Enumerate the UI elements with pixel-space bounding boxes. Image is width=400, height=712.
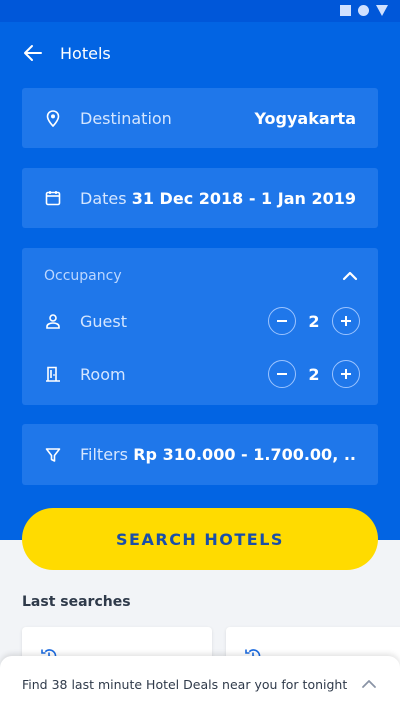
occupancy-panel: Occupancy Guest 2 Room 2 (22, 248, 378, 405)
dates-value: 31 Dec 2018 - 1 Jan 2019 (131, 188, 356, 208)
deals-banner-text: Find 38 last minute Hotel Deals near you… (22, 677, 348, 692)
app-header: Hotels (20, 40, 111, 66)
guest-minus-button[interactable] (268, 307, 296, 335)
page-title: Hotels (60, 43, 111, 63)
room-plus-button[interactable] (332, 360, 360, 388)
destination-label: Destination (80, 108, 172, 128)
location-pin-icon (44, 109, 62, 127)
guest-count: 2 (308, 311, 320, 331)
back-arrow-icon[interactable] (20, 40, 46, 66)
square-icon (340, 5, 351, 16)
guest-stepper: 2 (268, 307, 360, 335)
dates-field[interactable]: Dates 31 Dec 2018 - 1 Jan 2019 (22, 168, 378, 228)
person-icon (44, 312, 62, 330)
room-count: 2 (308, 364, 320, 384)
filters-label: Filters (80, 445, 128, 464)
room-row: Room 2 (22, 359, 378, 389)
hotel-deals-banner[interactable]: Find 38 last minute Hotel Deals near you… (0, 656, 400, 712)
last-searches-heading: Last searches (22, 594, 131, 610)
calendar-icon (44, 189, 62, 207)
chevron-up-icon[interactable] (360, 675, 378, 693)
guest-plus-button[interactable] (332, 307, 360, 335)
guest-row: Guest 2 (22, 306, 378, 336)
room-label: Room (80, 364, 126, 384)
door-icon (44, 365, 62, 383)
chevron-up-icon[interactable] (340, 266, 360, 286)
status-bar (0, 0, 400, 22)
dates-label: Dates (80, 188, 127, 208)
circle-icon (358, 5, 369, 16)
guest-label: Guest (80, 311, 127, 331)
room-minus-button[interactable] (268, 360, 296, 388)
room-stepper: 2 (268, 360, 360, 388)
destination-value: Yogyakarta (254, 108, 356, 128)
filter-funnel-icon (44, 446, 62, 464)
destination-field[interactable]: Destination Yogyakarta (22, 88, 378, 148)
occupancy-title: Occupancy (44, 268, 122, 284)
filters-field[interactable]: Filters Rp 310.000 - 1.700.00, .. (22, 424, 378, 485)
search-hotels-button[interactable]: SEARCH HOTELS (22, 508, 378, 570)
triangle-icon (376, 5, 388, 16)
filters-value: Rp 310.000 - 1.700.00, .. (133, 445, 356, 464)
